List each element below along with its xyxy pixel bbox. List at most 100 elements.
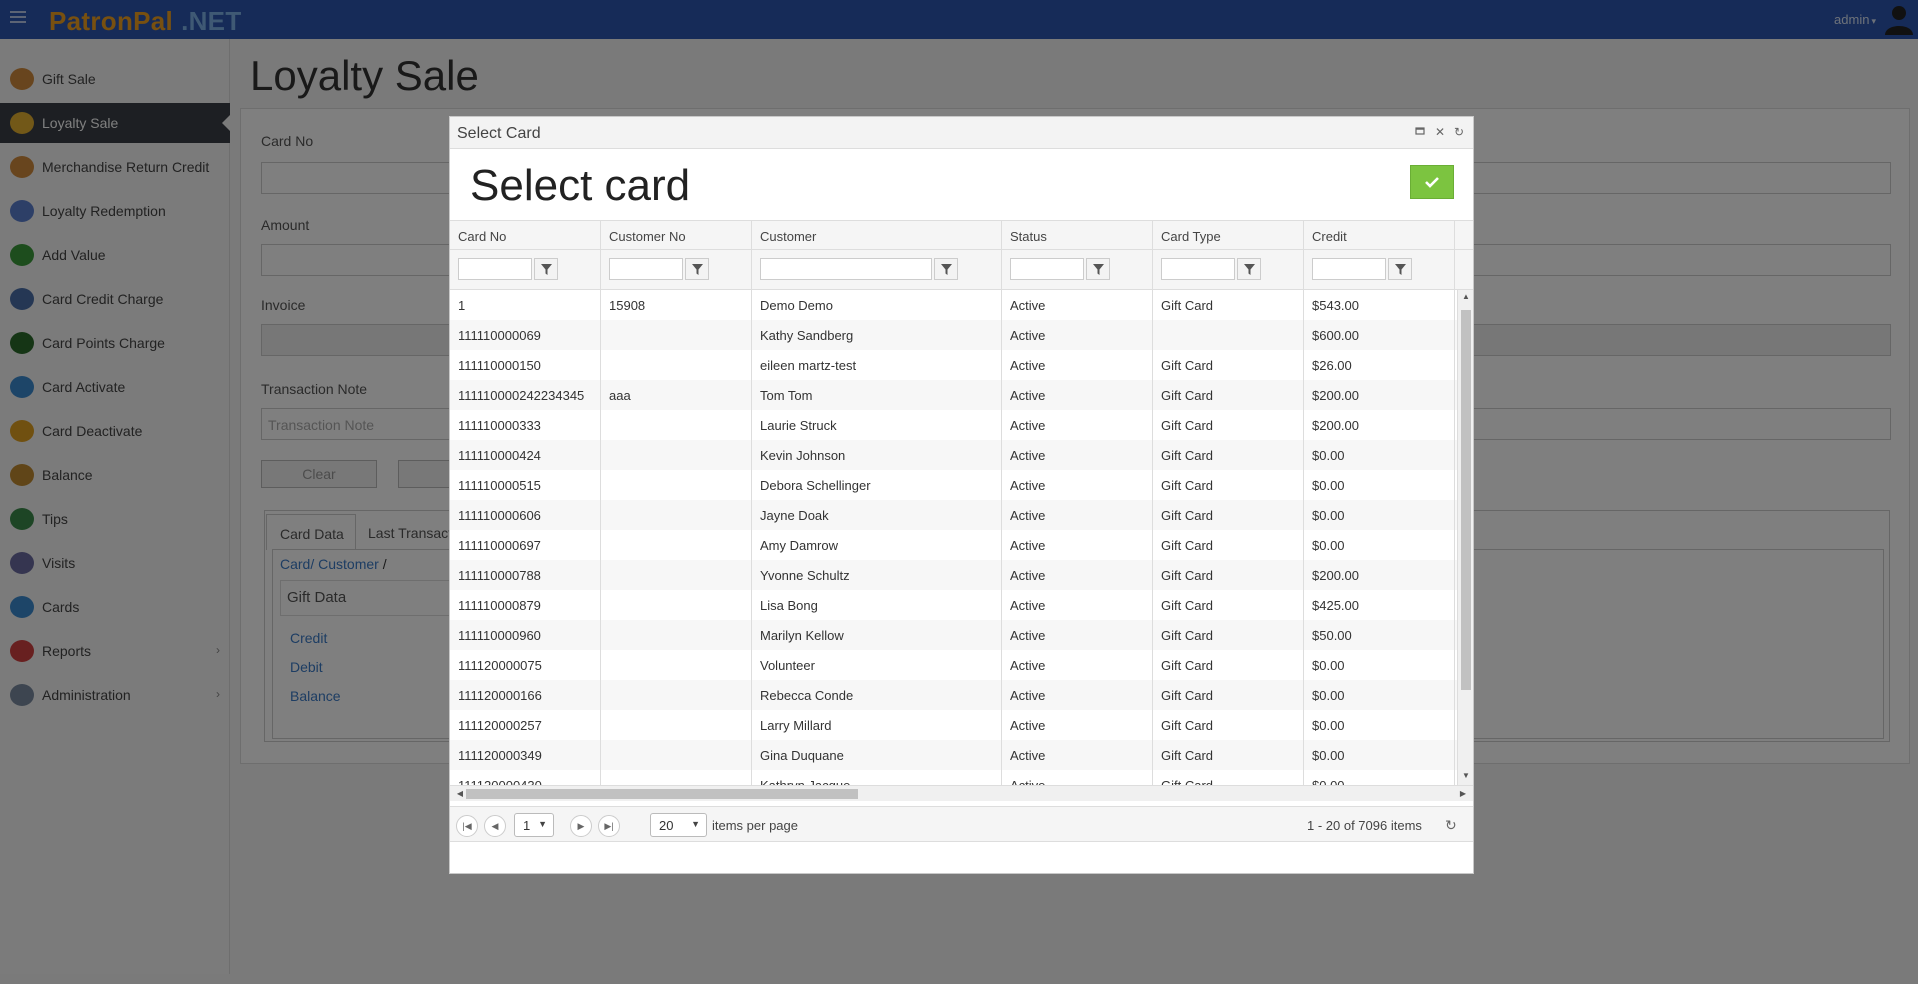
- grid-header: Card No Customer No Customer Status Card Typ…: [450, 220, 1473, 251]
- table-cell: $0.00: [1304, 680, 1455, 710]
- filter-icon[interactable]: [934, 258, 958, 280]
- table-cell: $0.00: [1304, 470, 1455, 500]
- table-cell: $200.00: [1304, 410, 1455, 440]
- filter-input-customer-no[interactable]: [609, 258, 683, 280]
- table-row[interactable]: 111110000879 Lisa Bong Active Gift Card $425…: [450, 590, 1457, 620]
- filter-input-card-no[interactable]: [458, 258, 532, 280]
- filter-icon[interactable]: [1086, 258, 1110, 280]
- table-row[interactable]: 111120000349 Gina Duquane Active Gift Card $…: [450, 740, 1457, 770]
- page-size-select[interactable]: 20 ▼: [650, 813, 707, 837]
- table-cell: [601, 470, 752, 500]
- table-row[interactable]: 111110000242234345 aaa Tom Tom Active Gift C…: [450, 380, 1457, 410]
- table-row[interactable]: 111110000069 Kathy Sandberg Active $600.00: [450, 320, 1457, 350]
- filter-cell: [752, 250, 1002, 290]
- vertical-scroll-thumb[interactable]: [1461, 310, 1471, 690]
- close-icon[interactable]: ✕: [1434, 126, 1446, 138]
- items-per-page-label: items per page: [712, 818, 798, 833]
- first-page-icon[interactable]: |◀: [456, 815, 478, 837]
- table-cell: $0.00: [1304, 500, 1455, 530]
- table-cell: Gift Card: [1153, 590, 1304, 620]
- table-row[interactable]: 111110000788 Yvonne Schultz Active Gift Car…: [450, 560, 1457, 590]
- table-cell: $0.00: [1304, 770, 1455, 785]
- select-card-dialog: Select Card ✕ ↻ Select card Card No Custo…: [449, 116, 1474, 874]
- horizontal-scrollbar[interactable]: ◀ ▶: [450, 785, 1473, 801]
- filter-icon[interactable]: [1388, 258, 1412, 280]
- column-header-card-no[interactable]: Card No: [450, 221, 601, 251]
- filter-input-card-type[interactable]: [1161, 258, 1235, 280]
- column-header-status[interactable]: Status: [1002, 221, 1153, 251]
- table-cell: [601, 410, 752, 440]
- scroll-right-icon[interactable]: ▶: [1455, 789, 1471, 798]
- cards-grid: Card No Customer No Customer Status Card Typ…: [450, 220, 1473, 810]
- table-cell: Active: [1002, 440, 1153, 470]
- horizontal-scroll-thumb[interactable]: [466, 789, 858, 799]
- table-row[interactable]: 111110000424 Kevin Johnson Active Gift Card…: [450, 440, 1457, 470]
- filter-cell: [601, 250, 752, 290]
- table-cell: Gift Card: [1153, 650, 1304, 680]
- table-cell: Larry Millard: [752, 710, 1002, 740]
- table-cell: 111110000697: [450, 530, 601, 560]
- table-cell: 111110000879: [450, 590, 601, 620]
- table-cell: [601, 620, 752, 650]
- dialog-title: Select Card: [457, 125, 541, 142]
- table-cell: Active: [1002, 530, 1153, 560]
- table-cell: 111120000075: [450, 650, 601, 680]
- table-cell: Lisa Bong: [752, 590, 1002, 620]
- column-header-customer[interactable]: Customer: [752, 221, 1002, 251]
- table-row[interactable]: 111110000697 Amy Damrow Active Gift Card $0.…: [450, 530, 1457, 560]
- grid-filter-row: [450, 250, 1473, 290]
- filter-input-customer[interactable]: [760, 258, 932, 280]
- table-cell: Active: [1002, 470, 1153, 500]
- table-row[interactable]: 111120000430 Kathryn JacqueActiveGift Car…: [450, 770, 1457, 785]
- table-cell: Debora Schellinger: [752, 470, 1002, 500]
- table-cell: $200.00: [1304, 380, 1455, 410]
- last-page-icon[interactable]: ▶|: [598, 815, 620, 837]
- column-header-customer-no[interactable]: Customer No: [601, 221, 752, 251]
- filter-icon[interactable]: [1237, 258, 1261, 280]
- current-page: 1: [523, 818, 531, 833]
- table-row[interactable]: 111110000960 Marilyn Kellow Active Gift Car…: [450, 620, 1457, 650]
- previous-page-icon[interactable]: ◀: [484, 815, 506, 837]
- table-cell: Tom Tom: [752, 380, 1002, 410]
- table-cell: Active: [1002, 320, 1153, 350]
- vertical-scrollbar[interactable]: ▲ ▼: [1457, 290, 1473, 785]
- table-cell: 1: [450, 290, 601, 320]
- table-cell: Volunteer: [752, 650, 1002, 680]
- table-row[interactable]: 111120000257 Larry Millard Active Gift Card…: [450, 710, 1457, 740]
- table-row[interactable]: 111120000075 Volunteer Active Gift Card $0.0…: [450, 650, 1457, 680]
- table-row[interactable]: 111110000150 eileen martz-test Active Gift …: [450, 350, 1457, 380]
- table-cell: Active: [1002, 620, 1153, 650]
- table-row[interactable]: 111120000166 Rebecca Conde Active Gift Card…: [450, 680, 1457, 710]
- table-cell: Active: [1002, 350, 1153, 380]
- next-page-icon[interactable]: ▶: [570, 815, 592, 837]
- column-header-credit[interactable]: Credit: [1304, 221, 1455, 251]
- column-header-card-type[interactable]: Card Type: [1153, 221, 1304, 251]
- table-row[interactable]: 111110000515 Debora Schellinger Active Gift…: [450, 470, 1457, 500]
- table-row[interactable]: 111110000333 Laurie Struck Active Gift Card…: [450, 410, 1457, 440]
- maximize-icon[interactable]: [1414, 126, 1426, 138]
- confirm-button[interactable]: [1410, 165, 1454, 199]
- filter-input-status[interactable]: [1010, 258, 1084, 280]
- pager-refresh-icon[interactable]: ↻: [1445, 817, 1457, 834]
- scroll-down-icon[interactable]: ▼: [1458, 771, 1473, 780]
- refresh-icon[interactable]: ↻: [1453, 126, 1465, 138]
- table-cell: [1153, 320, 1304, 350]
- table-cell: 111120000166: [450, 680, 601, 710]
- filter-icon[interactable]: [685, 258, 709, 280]
- table-cell: Gift Card: [1153, 620, 1304, 650]
- table-cell: Active: [1002, 410, 1153, 440]
- table-cell: 111110000150: [450, 350, 601, 380]
- page-select[interactable]: 1 ▼: [514, 813, 554, 837]
- filter-cell: [1304, 250, 1455, 290]
- filter-icon[interactable]: [534, 258, 558, 280]
- table-cell: Gift Card: [1153, 440, 1304, 470]
- scroll-up-icon[interactable]: ▲: [1458, 292, 1473, 301]
- table-cell: Kevin Johnson: [752, 440, 1002, 470]
- table-cell: Active: [1002, 680, 1153, 710]
- table-row[interactable]: 1 15908 Demo Demo Active Gift Card $543.00: [450, 290, 1457, 320]
- table-row[interactable]: 111110000606 Jayne Doak Active Gift Card $0.…: [450, 500, 1457, 530]
- filter-input-credit[interactable]: [1312, 258, 1386, 280]
- table-cell: [601, 710, 752, 740]
- table-cell: 15908: [601, 290, 752, 320]
- table-cell: $543.00: [1304, 290, 1455, 320]
